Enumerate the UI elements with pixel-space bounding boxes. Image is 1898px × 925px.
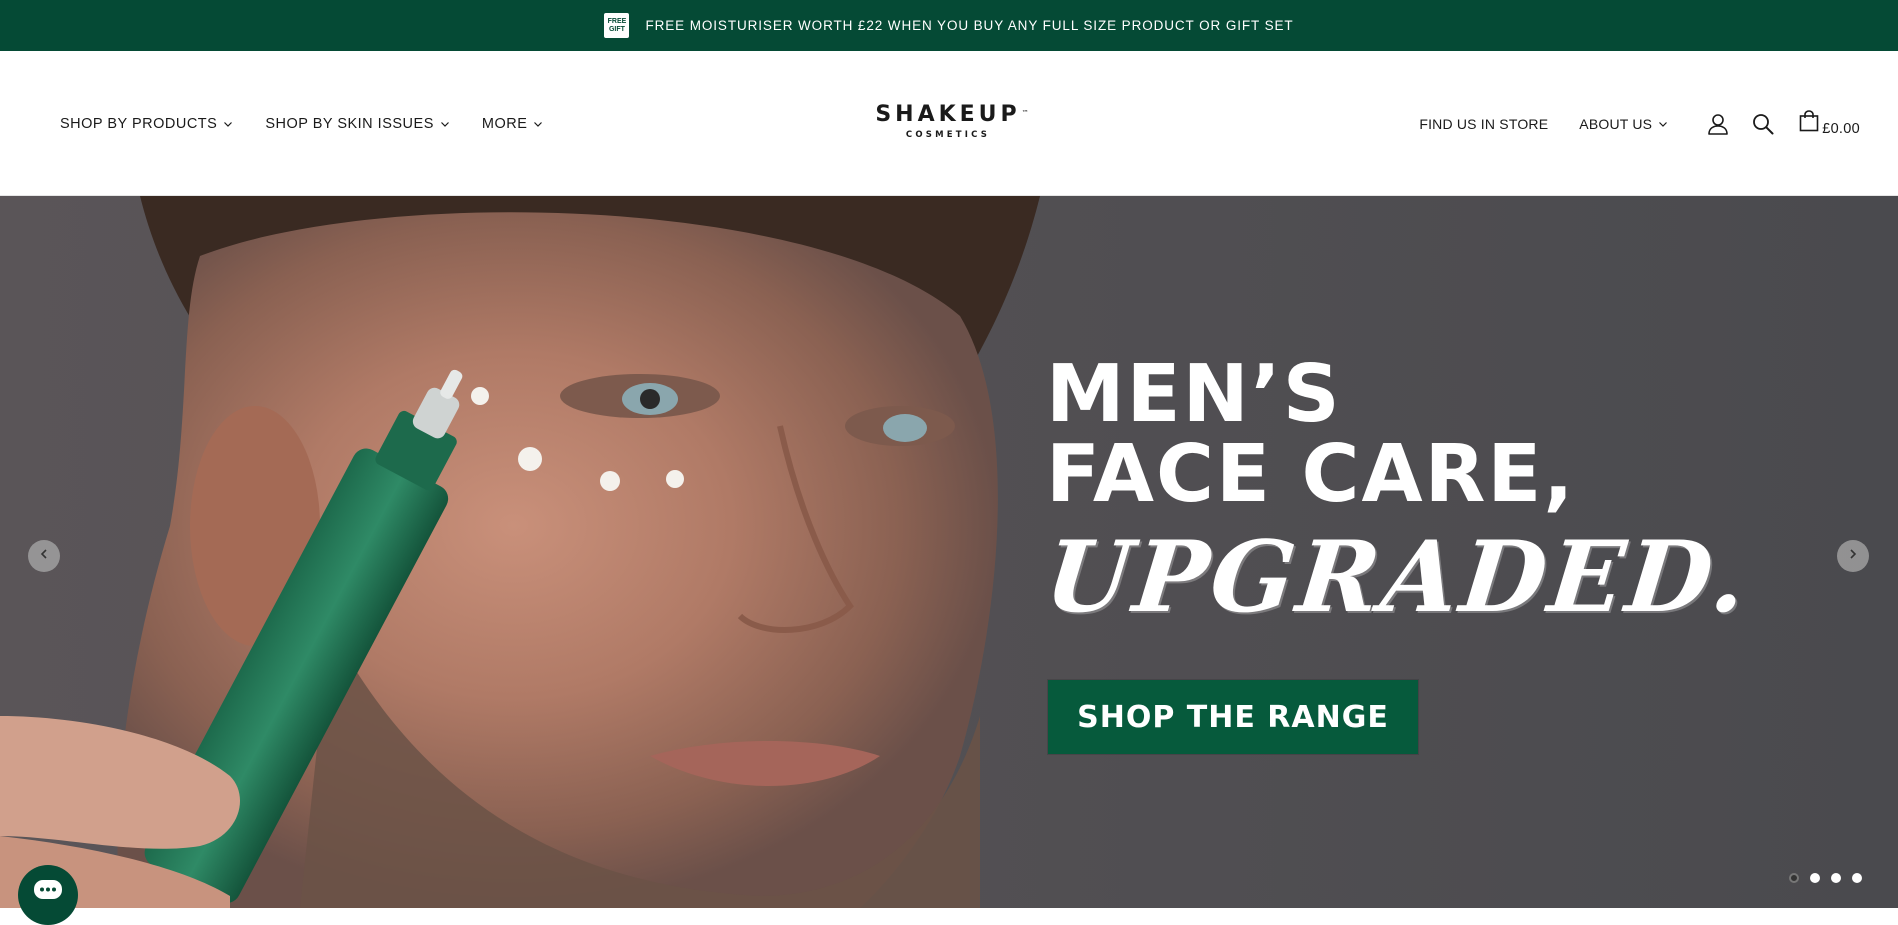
search-icon[interactable] [1751, 112, 1775, 136]
cart-total: £0.00 [1822, 121, 1860, 137]
logo-main-text: SHAKEUP [875, 102, 1021, 127]
announcement-text[interactable]: FREE MOISTURISER WORTH £22 WHEN YOU BUY … [645, 18, 1293, 33]
nav-shop-by-skin-issues[interactable]: SHOP BY SKIN ISSUES [265, 116, 450, 132]
announcement-bar: FREE GIFT FREE MOISTURISER WORTH £22 WHE… [0, 0, 1898, 51]
slideshow-prev-button[interactable] [28, 540, 60, 572]
chevron-down-icon [533, 119, 543, 129]
cart-button[interactable]: £0.00 [1799, 110, 1860, 137]
nav-find-us-in-store[interactable]: FIND US IN STORE [1419, 116, 1548, 132]
chevron-down-icon [440, 119, 450, 129]
logo-subtitle: COSMETICS [905, 130, 991, 140]
slide-dot-3[interactable] [1831, 873, 1841, 883]
slideshow-dots [1789, 873, 1862, 883]
nav-label: MORE [481, 115, 528, 132]
free-gift-icon: FREE GIFT [604, 13, 630, 38]
site-logo[interactable]: SHAKEUP ™ COSMETICS [875, 102, 1028, 143]
chevron-left-icon [38, 547, 50, 565]
nav-about-us[interactable]: ABOUT US [1579, 116, 1668, 132]
gift-badge-text: FREE GIFT [607, 17, 627, 33]
chevron-down-icon [1658, 119, 1668, 129]
chat-icon [33, 879, 63, 906]
hero-slideshow: MEN’S FACE CARE, UPGRADED. SHOP THE RANG… [0, 196, 1898, 908]
secondary-nav: FIND US IN STORE ABOUT US £0.00 [1419, 51, 1860, 196]
nav-label: SHOP BY PRODUCTS [60, 115, 218, 132]
chevron-right-icon [1847, 547, 1859, 565]
logo-wordmark: SHAKEUP ™ [875, 102, 1028, 127]
nav-label: ABOUT US [1579, 115, 1653, 132]
nav-more[interactable]: MORE [482, 116, 544, 132]
nav-label: FIND US IN STORE [1419, 115, 1549, 132]
slide-dot-1[interactable] [1789, 873, 1799, 883]
hero-headline: MEN’S FACE CARE, UPGRADED. [1040, 348, 1755, 635]
chevron-down-icon [223, 119, 233, 129]
site-header: SHOP BY PRODUCTS SHOP BY SKIN ISSUES MOR… [0, 51, 1898, 196]
headline-line-1: MEN’S [1046, 348, 1342, 440]
slide-dot-2[interactable] [1810, 873, 1820, 883]
shop-the-range-button[interactable]: SHOP THE RANGE [1048, 680, 1418, 754]
headline-line-2: FACE CARE, [1046, 428, 1576, 520]
nav-label: SHOP BY SKIN ISSUES [265, 115, 434, 132]
headline-line-3: UPGRADED. [1040, 520, 1755, 635]
slideshow-next-button[interactable] [1837, 540, 1869, 572]
nav-shop-by-products[interactable]: SHOP BY PRODUCTS [60, 116, 233, 132]
trademark-mark: ™ [1021, 109, 1029, 117]
primary-nav: SHOP BY PRODUCTS SHOP BY SKIN ISSUES MOR… [60, 51, 543, 196]
cart-icon [1799, 110, 1819, 137]
slide-dot-4[interactable] [1852, 873, 1862, 883]
chat-button[interactable] [18, 865, 78, 925]
account-icon[interactable] [1706, 112, 1730, 136]
